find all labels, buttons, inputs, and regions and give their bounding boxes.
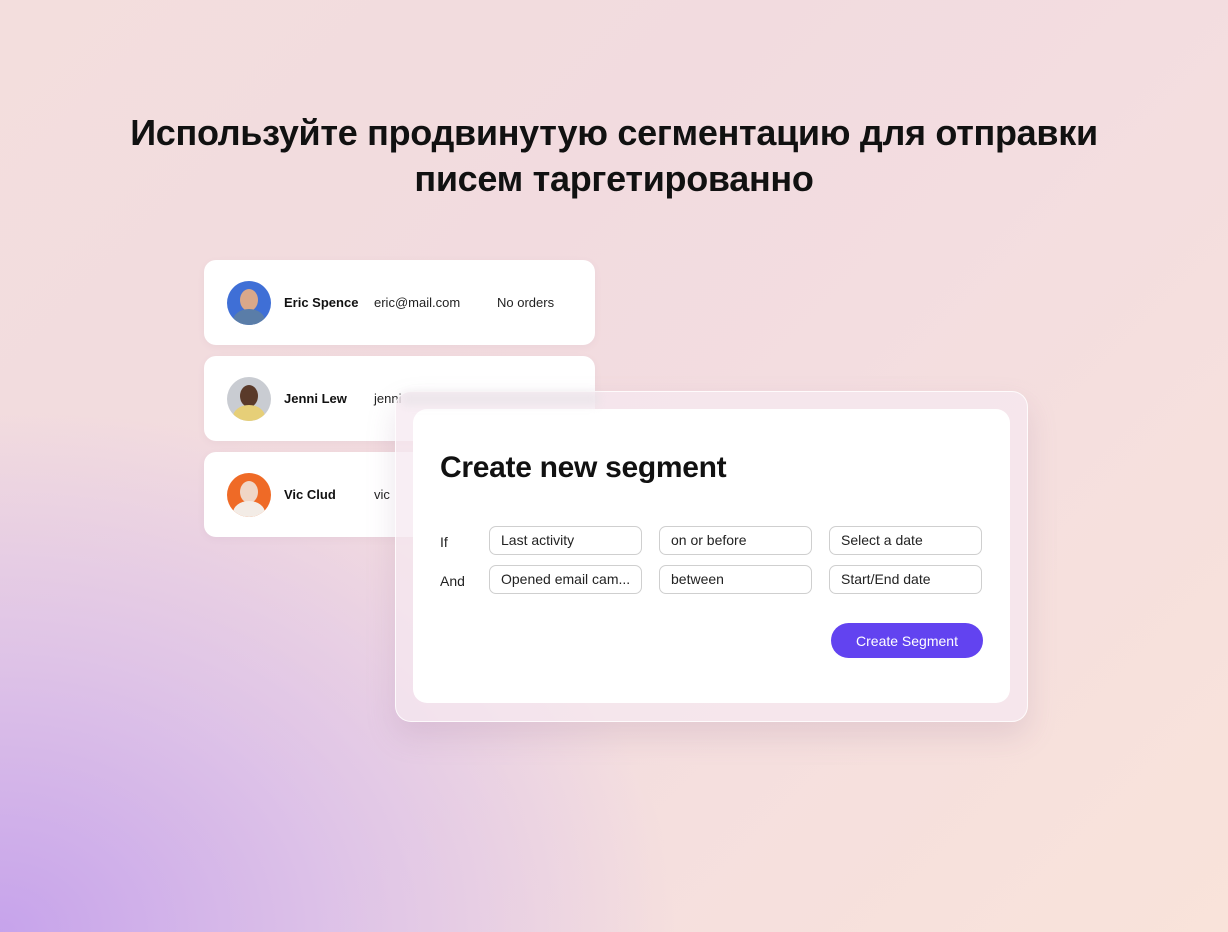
contact-name: Eric Spence <box>284 295 359 310</box>
contact-email: eric@mail.com <box>374 295 461 310</box>
date-picker-field[interactable]: Select a date <box>829 526 982 555</box>
avatar <box>227 472 271 517</box>
contact-name: Jenni Lew <box>284 391 347 406</box>
create-segment-button[interactable]: Create Segment <box>831 623 983 658</box>
condition-field-select[interactable]: Last activity <box>489 526 642 555</box>
headline-line-2: писем таргетированно <box>414 158 814 199</box>
condition-operator-select[interactable]: on or before <box>659 526 812 555</box>
condition-operator-select[interactable]: between <box>659 565 812 594</box>
avatar <box>227 280 271 325</box>
condition-label-and: And <box>440 573 465 589</box>
contact-card[interactable]: Eric Spence eric@mail.com No orders <box>204 260 595 345</box>
condition-field-select[interactable]: Opened email cam... <box>489 565 642 594</box>
avatar <box>227 376 271 421</box>
date-range-field[interactable]: Start/End date <box>829 565 982 594</box>
headline-line-1: Используйте продвинутую сегментацию для … <box>130 112 1098 153</box>
modal-title: Create new segment <box>440 451 727 484</box>
blur-overlay <box>400 392 600 406</box>
segment-modal: Create new segment If Last activity on o… <box>395 391 1028 722</box>
headline: Используйте продвинутую сегментацию для … <box>0 110 1228 202</box>
contact-name: Vic Clud <box>284 487 336 502</box>
segment-modal-panel: Create new segment If Last activity on o… <box>413 409 1010 703</box>
condition-label-if: If <box>440 534 448 550</box>
contact-orders: No orders <box>497 295 555 310</box>
